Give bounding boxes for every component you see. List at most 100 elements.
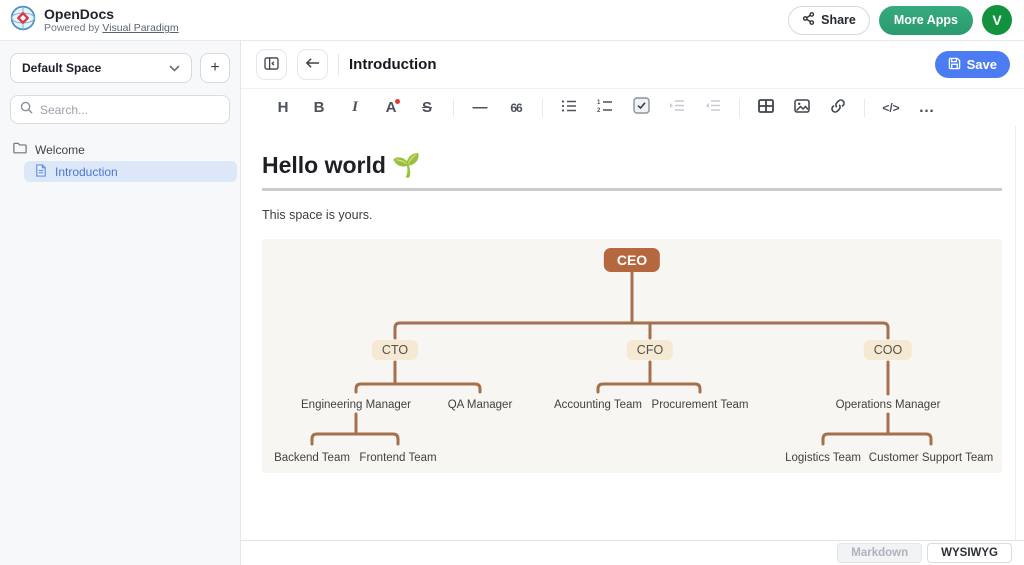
horizontal-rule-glyph: —	[473, 99, 488, 116]
strikethrough-button[interactable]: S	[412, 93, 442, 123]
more-button[interactable]: …	[912, 93, 942, 123]
heading-glyph: H	[278, 99, 289, 116]
indent-button[interactable]	[662, 93, 692, 123]
powered-by-text: Powered by	[44, 22, 99, 34]
outdent-button[interactable]	[698, 93, 728, 123]
save-label: Save	[967, 57, 997, 72]
share-icon	[802, 12, 815, 28]
toolbar-separator	[453, 99, 454, 117]
doc-heading: Hello world 🌱	[262, 152, 1002, 179]
doc-paragraph: This space is yours.	[262, 208, 1002, 222]
code-button[interactable]: </>	[876, 93, 906, 123]
save-button[interactable]: Save	[935, 51, 1010, 78]
bold-button[interactable]: B	[304, 93, 334, 123]
chevron-down-icon	[169, 61, 180, 75]
document-icon	[35, 164, 47, 180]
back-button[interactable]	[297, 49, 328, 80]
toggle-sidebar-button[interactable]	[256, 49, 287, 80]
sidebar-panel-icon	[264, 57, 279, 73]
visual-paradigm-link[interactable]: Visual Paradigm	[102, 22, 178, 34]
arrow-left-icon	[305, 57, 320, 72]
page-tree: Welcome Introduction	[0, 139, 240, 182]
sidebar-item-introduction[interactable]: Introduction	[24, 161, 237, 182]
image-icon	[794, 99, 810, 117]
org-node-qa-manager: QA Manager	[448, 399, 513, 411]
text-color-button[interactable]: A	[376, 93, 406, 123]
tree-item-label: Introduction	[55, 165, 118, 179]
more-glyph: …	[919, 99, 936, 117]
share-button[interactable]: Share	[788, 6, 870, 35]
ordered-list-icon: 1 2	[597, 99, 613, 117]
page-title: Introduction	[349, 56, 436, 73]
editor-surface[interactable]: Hello world 🌱 This space is yours.	[241, 126, 1016, 540]
table-icon	[758, 99, 774, 117]
tab-wysiwyg[interactable]: WYSIWYG	[927, 543, 1012, 563]
brand-text: OpenDocs Powered by Visual Paradigm	[44, 6, 179, 34]
statusbar: Markdown WYSIWYG	[241, 540, 1024, 565]
toolbar-separator	[739, 99, 740, 117]
org-node-procurement-team: Procurement Team	[652, 399, 749, 411]
toolbar-separator	[864, 99, 865, 117]
bullet-list-icon	[561, 99, 577, 117]
svg-text:2: 2	[597, 108, 601, 113]
editor-toolbar: H B I A S — 66	[241, 88, 1024, 126]
space-selector[interactable]: Default Space	[10, 53, 192, 83]
link-button[interactable]	[823, 93, 853, 123]
link-icon	[830, 98, 846, 118]
topbar: OpenDocs Powered by Visual Paradigm Shar…	[0, 0, 1024, 41]
org-node-logistics-team: Logistics Team	[785, 452, 861, 464]
doc-header: Introduction Save	[241, 41, 1024, 88]
header-divider	[338, 54, 339, 76]
image-button[interactable]	[787, 93, 817, 123]
org-node-frontend-team: Frontend Team	[359, 452, 436, 464]
table-button[interactable]	[751, 93, 781, 123]
user-avatar[interactable]: V	[982, 5, 1012, 35]
search-input[interactable]	[40, 103, 220, 117]
space-row: Default Space +	[10, 53, 230, 83]
search-box[interactable]	[10, 95, 230, 124]
org-node-accounting-team: Accounting Team	[554, 399, 642, 411]
horizontal-rule-button[interactable]: —	[465, 93, 495, 123]
strikethrough-glyph: S	[422, 99, 432, 116]
folder-icon	[13, 142, 27, 157]
app-window: OpenDocs Powered by Visual Paradigm Shar…	[0, 0, 1024, 565]
task-list-icon	[633, 97, 650, 118]
share-label: Share	[821, 13, 856, 27]
main-panel: Introduction Save H B I A S	[241, 41, 1024, 565]
shell: Default Space +	[0, 41, 1024, 565]
more-apps-button[interactable]: More Apps	[879, 6, 973, 35]
toolbar-separator	[542, 99, 543, 117]
ordered-list-button[interactable]: 1 2	[590, 93, 620, 123]
heading-button[interactable]: H	[268, 93, 298, 123]
org-node-ceo: CEO	[604, 248, 660, 272]
outdent-icon	[705, 99, 721, 116]
heading-rule	[262, 188, 1002, 191]
italic-button[interactable]: I	[340, 93, 370, 123]
indent-icon	[669, 99, 685, 116]
bold-glyph: B	[314, 99, 325, 116]
tree-item-label: Welcome	[35, 143, 85, 157]
sidebar-item-welcome[interactable]: Welcome	[0, 139, 240, 160]
tab-markdown[interactable]: Markdown	[837, 543, 922, 563]
org-node-backend-team: Backend Team	[274, 452, 350, 464]
italic-glyph: I	[352, 99, 358, 116]
task-list-button[interactable]	[626, 93, 656, 123]
color-dot	[395, 99, 400, 104]
topbar-actions: Share More Apps V	[788, 5, 1012, 35]
save-icon	[948, 57, 961, 73]
org-node-coo: COO	[864, 340, 912, 360]
add-space-button[interactable]: +	[200, 53, 230, 83]
svg-text:1: 1	[597, 100, 601, 106]
blockquote-glyph: 66	[510, 101, 521, 115]
org-chart[interactable]: CEO CTO CFO COO Engineering Manager QA M…	[262, 239, 1002, 473]
opendocs-logo-icon	[10, 5, 36, 36]
org-node-customer-support-team: Customer Support Team	[869, 452, 993, 464]
bullet-list-button[interactable]	[554, 93, 584, 123]
brand: OpenDocs Powered by Visual Paradigm	[10, 5, 179, 36]
sidebar: Default Space +	[0, 41, 241, 565]
org-node-operations-manager: Operations Manager	[836, 399, 941, 411]
search-icon	[20, 101, 33, 119]
blockquote-button[interactable]: 66	[501, 93, 531, 123]
org-node-cfo: CFO	[627, 340, 673, 360]
powered-by: Powered by Visual Paradigm	[44, 22, 179, 34]
